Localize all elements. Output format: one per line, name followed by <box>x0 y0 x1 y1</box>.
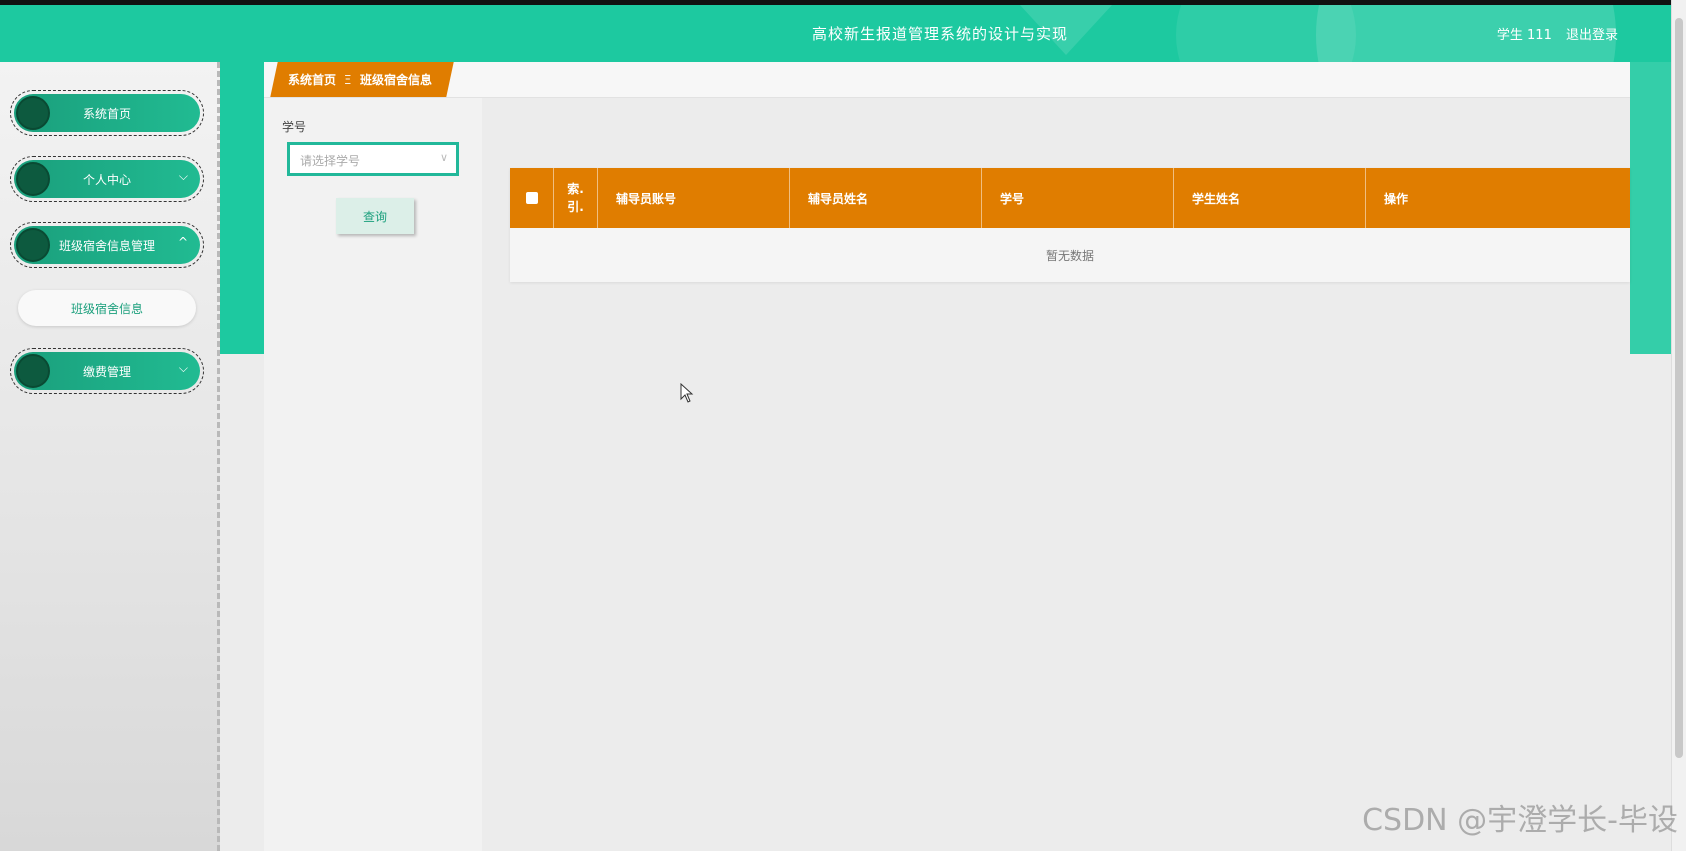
breadcrumb-home[interactable]: 系统首页 <box>288 71 336 88</box>
header-decoration <box>1176 5 1356 62</box>
column-header-counselor-name: 辅导员姓名 <box>790 168 982 228</box>
student-id-label: 学号 <box>282 120 307 134</box>
sidebar-item-home[interactable]: 系统首页 <box>10 90 204 136</box>
breadcrumb: 系统首页 Ξ 班级宿舍信息 <box>270 62 454 97</box>
sidebar-item-personal-center[interactable]: 个人中心 ⌵ <box>10 156 204 202</box>
sidebar-dot-icon <box>16 162 50 196</box>
header-checkbox-cell[interactable] <box>510 168 554 228</box>
empty-state-text: 暂无数据 <box>1045 248 1094 263</box>
user-name: 学生 111 <box>1496 28 1552 43</box>
chevron-down-icon: ∨ <box>439 151 448 164</box>
table-header: 索. 引. 辅导员账号 辅导员姓名 学号 学生姓名 操作 <box>510 168 1630 228</box>
select-all-checkbox[interactable] <box>526 192 538 204</box>
breadcrumb-separator-icon: Ξ <box>344 72 352 87</box>
column-header-student-id: 学号 <box>982 168 1174 228</box>
top-header: 高校新生报道管理系统的设计与实现 学生 111 退出登录 <box>0 0 1686 62</box>
sidebar-dot-icon <box>16 228 50 262</box>
column-header-index: 索. 引. <box>554 168 598 228</box>
index-header-line: 引. <box>567 200 584 214</box>
student-id-select[interactable]: 请选择学号 ∨ <box>287 142 459 176</box>
sidebar-subitem-dorm-info[interactable]: 班级宿舍信息 <box>18 290 196 326</box>
sidebar-item-pill: 缴费管理 ⌵ <box>14 352 200 390</box>
data-table: 索. 引. 辅导员账号 辅导员姓名 学号 学生姓名 操作 暂无数据 <box>510 168 1630 282</box>
sidebar-item-label: 缴费管理 <box>82 364 131 379</box>
chevron-up-icon: ^ <box>177 235 188 249</box>
main-content: 系统首页 Ξ 班级宿舍信息 学号 请选择学号 ∨ 查询 索. 引. 辅导员账号 … <box>264 62 1630 851</box>
sidebar-item-label: 个人中心 <box>82 172 131 187</box>
chevron-down-icon: ⌵ <box>178 361 188 375</box>
app-title: 高校新生报道管理系统的设计与实现 <box>812 25 1069 43</box>
logout-link[interactable]: 退出登录 <box>1566 28 1618 43</box>
column-header-counselor-account: 辅导员账号 <box>598 168 790 228</box>
user-area: 学生 111 退出登录 <box>1487 24 1618 43</box>
sidebar-item-pill: 班级宿舍信息管理 ^ <box>14 226 200 264</box>
chevron-down-icon: ⌵ <box>178 169 188 183</box>
query-button[interactable]: 查询 <box>336 198 414 234</box>
vertical-scrollbar[interactable] <box>1671 0 1686 851</box>
sidebar-item-pill: 个人中心 ⌵ <box>14 160 200 198</box>
sidebar-item-fee-management[interactable]: 缴费管理 ⌵ <box>10 348 204 394</box>
column-header-actions: 操作 <box>1384 191 1409 206</box>
sidebar-item-label: 系统首页 <box>82 106 131 121</box>
column-header-student-name: 学生姓名 <box>1174 168 1366 228</box>
watermark: CSDN @宇澄学长-毕设 <box>1362 803 1678 838</box>
search-panel: 学号 请选择学号 ∨ 查询 <box>264 98 482 851</box>
breadcrumb-current: 班级宿舍信息 <box>359 73 432 87</box>
sidebar: 系统首页 个人中心 ⌵ 班级宿舍信息管理 ^ 班级宿舍信息 缴费管理 ⌵ <box>0 62 220 851</box>
sidebar-item-pill: 系统首页 <box>14 94 200 132</box>
select-placeholder: 请选择学号 <box>300 154 361 168</box>
scrollbar-thumb[interactable] <box>1675 18 1683 758</box>
sidebar-dot-icon <box>16 354 50 388</box>
index-header-line: 索. <box>567 182 584 196</box>
sidebar-dot-icon <box>16 96 50 130</box>
sidebar-item-label: 班级宿舍信息管理 <box>58 238 155 253</box>
sidebar-item-dorm-management[interactable]: 班级宿舍信息管理 ^ <box>10 222 204 268</box>
breadcrumb-bar: 系统首页 Ξ 班级宿舍信息 <box>264 62 1630 98</box>
